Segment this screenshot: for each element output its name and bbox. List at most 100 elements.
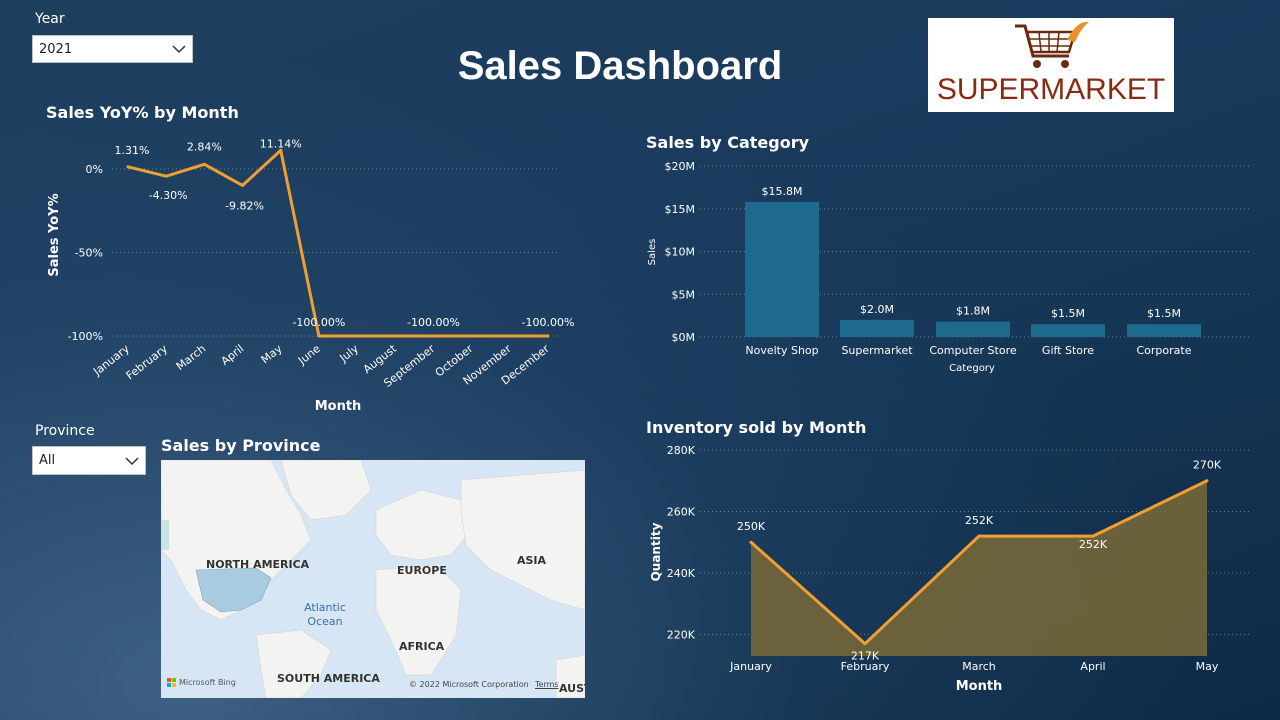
bar (1127, 324, 1201, 337)
x-tick-label: July (337, 342, 362, 365)
data-label: -100.00% (292, 316, 345, 329)
x-tick-label: Corporate (1137, 344, 1192, 357)
data-label: 252K (965, 514, 994, 527)
data-label: -100.00% (522, 316, 575, 329)
data-label: -4.30% (149, 189, 188, 202)
data-label: $1.5M (1051, 307, 1085, 320)
y-tick-label: 280K (667, 444, 696, 457)
data-point (126, 165, 130, 169)
data-label: 270K (1193, 459, 1222, 472)
map-label: EUROPE (397, 564, 447, 577)
logo-text: SUPERMARKET (936, 73, 1166, 106)
x-tick-label: Gift Store (1042, 344, 1094, 357)
data-point (202, 162, 206, 166)
x-tick-label: Novelty Shop (745, 344, 818, 357)
area-fill (751, 480, 1207, 656)
x-tick-label: February (124, 342, 171, 383)
data-label: 1.31% (115, 144, 150, 157)
map-label: AFRICA (399, 640, 445, 653)
bar (1031, 324, 1105, 337)
map-label: NORTH AMERICA (206, 558, 310, 571)
data-label: 252K (1079, 538, 1108, 551)
x-tick-label: April (1080, 660, 1105, 673)
data-label: 11.14% (260, 137, 302, 150)
y-tick-label: 0% (86, 163, 103, 176)
data-label: $1.5M (1147, 307, 1181, 320)
year-slicer[interactable]: 2021 (32, 35, 193, 63)
data-point (164, 174, 168, 178)
data-point (241, 183, 245, 187)
data-label: $1.8M (956, 305, 990, 318)
inventory-chart-title: Inventory sold by Month (646, 418, 867, 437)
bar (745, 201, 819, 337)
x-axis-title: Month (315, 399, 362, 414)
data-point (863, 642, 867, 646)
y-tick-label: -100% (68, 330, 103, 343)
world-map (161, 460, 585, 698)
logo: SUPERMARKET (928, 18, 1174, 112)
series-line (127, 148, 548, 338)
data-label: $15.8M (762, 185, 803, 198)
y-tick-label: 220K (667, 628, 696, 641)
map-label: ASIA (517, 554, 547, 567)
bing-text: Microsoft Bing (179, 678, 236, 687)
data-point (431, 334, 435, 338)
year-slicer-value: 2021 (39, 41, 73, 57)
data-point (317, 334, 321, 338)
x-tick-label: April (219, 342, 247, 368)
sales-by-province-map[interactable]: NORTH AMERICA EUROPE ASIA Atlantic Ocean… (161, 460, 585, 698)
map-terms-link[interactable]: Terms (535, 680, 559, 689)
page-title: Sales Dashboard (457, 44, 783, 88)
data-point (1205, 479, 1209, 483)
x-tick-label: Computer Store (929, 344, 1016, 357)
x-tick-label: March (174, 342, 208, 373)
data-label: 250K (737, 520, 766, 533)
y-tick-label: 260K (667, 505, 696, 518)
data-label: 2.84% (187, 140, 222, 153)
x-tick-label: June (295, 342, 323, 368)
bar (840, 319, 914, 337)
x-axis-title: Category (949, 363, 995, 374)
data-point (546, 334, 550, 338)
y-axis-title: Quantity (649, 522, 663, 581)
year-slicer-label: Year (35, 11, 65, 27)
bar (936, 321, 1010, 337)
map-label: SOUTH AMERICA (277, 672, 380, 685)
x-tick-label: May (1196, 660, 1219, 673)
data-point (393, 334, 397, 338)
x-tick-label: March (962, 660, 996, 673)
yoy-chart-title: Sales YoY% by Month (46, 103, 239, 122)
x-tick-label: Supermarket (841, 344, 913, 357)
province-slicer[interactable]: All (32, 446, 146, 475)
y-axis-title: Sales (647, 239, 658, 266)
inventory-area-chart[interactable]: 280K260K240K220KQuantity 250KJanuary217KF… (620, 440, 1260, 700)
y-tick-label: $0M (672, 331, 696, 344)
map-title: Sales by Province (161, 436, 321, 455)
microsoft-logo-icon (167, 678, 176, 687)
y-axis-title: Sales YoY% (47, 193, 62, 276)
y-tick-label: $15M (665, 203, 696, 216)
data-label: -100.00% (407, 316, 460, 329)
data-label: -9.82% (225, 199, 264, 212)
data-point (470, 334, 474, 338)
x-tick-label: January (729, 660, 772, 673)
chevron-down-icon (172, 45, 186, 54)
data-point (508, 334, 512, 338)
map-attribution: © 2022 Microsoft Corporation (409, 680, 529, 689)
x-axis-title: Month (956, 679, 1003, 694)
data-point (749, 540, 753, 544)
yoy-line-chart[interactable]: 0% -50% -100% Sales YoY% 1.31% -4.30% 2.84% -9.… (0, 125, 600, 420)
bing-logo: Microsoft Bing (167, 678, 236, 687)
map-label: Atlantic Ocean (304, 601, 346, 628)
data-point (355, 334, 359, 338)
map-label: AUST (559, 682, 585, 695)
y-tick-label: -50% (75, 247, 103, 260)
category-bar-chart[interactable]: $20M $15M $10M $5M $0M Sales $15.8M Novelty Sho… (620, 150, 1260, 380)
x-tick-label: February (841, 660, 890, 673)
y-tick-label: $10M (665, 246, 696, 259)
chevron-down-icon (125, 456, 139, 465)
y-tick-label: $20M (665, 160, 696, 173)
x-tick-label: May (259, 342, 285, 367)
shopping-cart-icon (1015, 21, 1089, 68)
province-slicer-label: Province (35, 423, 95, 439)
